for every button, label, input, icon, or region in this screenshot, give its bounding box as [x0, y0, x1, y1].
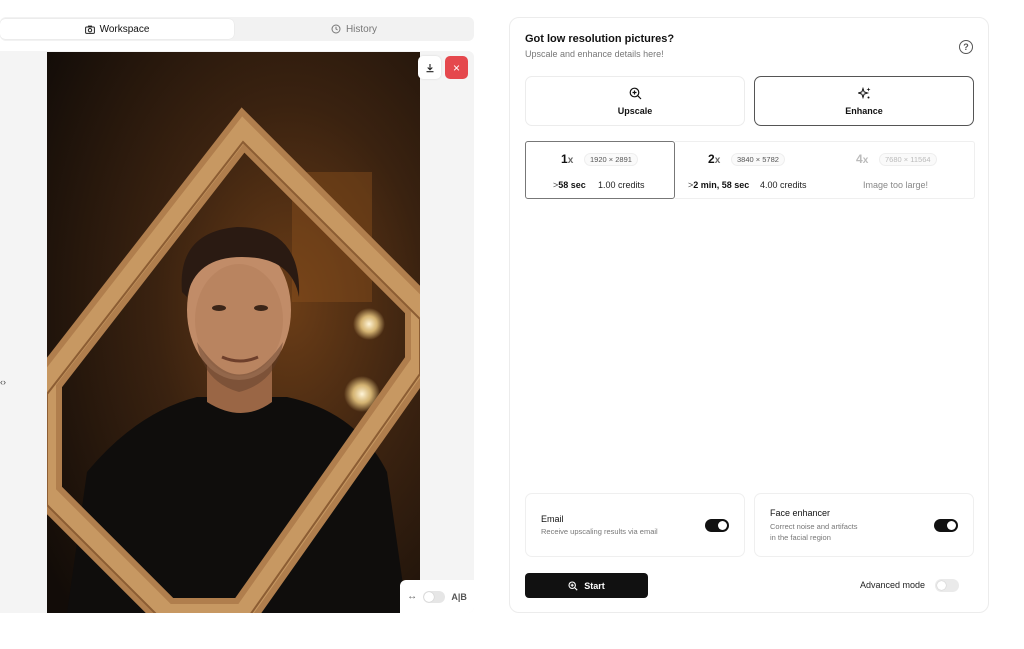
- download-icon: [426, 63, 433, 72]
- zoom-in-icon: [629, 87, 641, 99]
- uploaded-photo: [47, 52, 420, 613]
- start-button[interactable]: Start: [525, 573, 648, 598]
- scale-time: >2 min, 58 sec: [688, 180, 750, 190]
- scale-factor: 4x: [856, 152, 869, 166]
- email-option-title: Email: [541, 514, 564, 524]
- scale-dimensions: 1920 × 2891: [584, 153, 638, 166]
- split-view-icon[interactable]: ↔: [407, 591, 417, 602]
- compare-toolbar: ↔ A|B: [400, 580, 474, 613]
- ab-label: A|B: [451, 591, 467, 602]
- tab-workspace-label: Workspace: [99, 23, 150, 35]
- help-icon[interactable]: ?: [959, 40, 973, 54]
- tab-history-label: History: [345, 23, 378, 35]
- face-enhancer-title: Face enhancer: [770, 508, 831, 518]
- history-icon: [331, 24, 341, 34]
- scale-credits: 1.00 credits: [598, 180, 645, 190]
- email-option-desc: Receive upscaling results via email: [541, 527, 658, 536]
- face-enhancer-desc-2: in the facial region: [770, 533, 831, 542]
- panel-title: Got low resolution pictures?: [525, 33, 675, 45]
- scale-warning: Image too large!: [863, 180, 929, 190]
- face-enhancer-desc-1: Correct noise and artifacts: [770, 522, 858, 531]
- scale-option-1x[interactable]: 1x 1920 × 2891 >58 sec 1.00 credits: [525, 141, 675, 199]
- zoom-in-icon: [568, 580, 578, 591]
- tab-history[interactable]: History: [234, 19, 474, 39]
- workspace-tabs: Workspace History: [0, 17, 474, 41]
- download-button[interactable]: [418, 56, 441, 79]
- panel-subtitle: Upscale and enhance details here!: [525, 49, 664, 59]
- tab-workspace[interactable]: Workspace: [0, 19, 234, 39]
- compare-toggle[interactable]: [423, 590, 446, 603]
- close-icon: ×: [452, 60, 460, 75]
- image-actions: ×: [418, 56, 468, 79]
- enhance-panel: Got low resolution pictures? Upscale and…: [509, 17, 989, 613]
- scale-options: 1x 1920 × 2891 >58 sec 1.00 credits 2x 3…: [525, 141, 975, 199]
- remove-image-button[interactable]: ×: [445, 56, 468, 79]
- scale-option-4x[interactable]: 4x 7680 × 11564 Image too large!: [825, 141, 975, 199]
- sparkles-icon: [857, 86, 870, 99]
- advanced-mode-label: Advanced mode: [860, 580, 926, 590]
- advanced-mode-toggle[interactable]: [935, 579, 959, 592]
- scale-factor: 2x: [708, 152, 721, 166]
- face-enhancer-toggle[interactable]: [934, 519, 958, 532]
- mode-enhance-label: Enhance: [845, 105, 883, 116]
- scale-dimensions: 7680 × 11564: [879, 153, 937, 166]
- mode-enhance-button[interactable]: Enhance: [754, 76, 974, 126]
- mode-upscale-label: Upscale: [617, 105, 653, 116]
- camera-icon: [84, 25, 95, 34]
- scale-time: >58 sec: [553, 180, 586, 190]
- start-button-label: Start: [584, 580, 605, 591]
- mode-upscale-button[interactable]: Upscale: [525, 76, 745, 126]
- scale-factor: 1x: [561, 152, 574, 166]
- scale-credits: 4.00 credits: [760, 180, 807, 190]
- scale-option-2x[interactable]: 2x 3840 × 5782 >2 min, 58 sec 4.00 credi…: [675, 141, 825, 199]
- face-enhancer-card: Face enhancer Correct noise and artifact…: [754, 493, 974, 557]
- compare-handle-icon[interactable]: ‹›: [0, 377, 6, 387]
- email-toggle[interactable]: [705, 519, 729, 532]
- scale-dimensions: 3840 × 5782: [731, 153, 785, 166]
- email-option-card: Email Receive upscaling results via emai…: [525, 493, 745, 557]
